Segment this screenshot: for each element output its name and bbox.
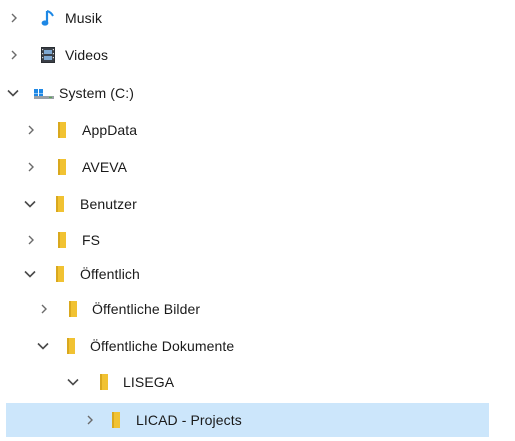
tree-item-label: Benutzer — [80, 196, 137, 212]
chevron-right-icon[interactable] — [37, 302, 51, 316]
tree-item-benutzer[interactable]: Benutzer — [0, 189, 495, 219]
tree-item-label: LISEGA — [123, 374, 175, 390]
tree-item-label: Videos — [65, 47, 109, 63]
chevron-right-icon[interactable] — [83, 413, 97, 427]
tree-item-videos[interactable]: Videos — [0, 40, 495, 70]
drive-icon — [33, 86, 55, 100]
tree-item-musik[interactable]: Musik — [0, 3, 495, 33]
folder-icon — [110, 411, 122, 429]
folder-icon — [54, 195, 66, 213]
tree-item-label: Öffentliche Dokumente — [90, 338, 235, 354]
music-note-icon — [40, 9, 56, 27]
folder-icon — [56, 121, 68, 139]
tree-item-oeffentlich[interactable]: Öffentlich — [0, 259, 495, 289]
folder-icon — [56, 231, 68, 249]
chevron-down-icon[interactable] — [6, 86, 20, 100]
tree-item-label: System (C:) — [59, 85, 134, 101]
chevron-right-icon[interactable] — [24, 233, 38, 247]
tree-item-label: LICAD - Projects — [136, 412, 242, 428]
tree-item-lisega[interactable]: LISEGA — [0, 367, 495, 397]
chevron-down-icon[interactable] — [66, 375, 80, 389]
tree-item-system-c[interactable]: System (C:) — [0, 78, 495, 108]
folder-icon — [54, 265, 66, 283]
chevron-right-icon[interactable] — [24, 123, 38, 137]
tree-item-oeffentliche-bilder[interactable]: Öffentliche Bilder — [0, 294, 495, 324]
chevron-right-icon[interactable] — [7, 11, 21, 25]
tree-item-label: AppData — [82, 122, 138, 138]
video-film-icon — [40, 47, 56, 63]
tree-item-label: Öffentliche Bilder — [92, 301, 201, 317]
tree-item-aveva[interactable]: AVEVA — [0, 152, 495, 182]
folder-tree: Musik Videos System (C:) AppData AVEVA B… — [0, 0, 515, 441]
folder-icon — [56, 158, 68, 176]
chevron-down-icon[interactable] — [23, 267, 37, 281]
folder-icon — [65, 337, 77, 355]
chevron-down-icon[interactable] — [23, 197, 37, 211]
chevron-right-icon[interactable] — [24, 160, 38, 174]
tree-item-appdata[interactable]: AppData — [0, 115, 495, 145]
tree-item-fs[interactable]: FS — [0, 225, 495, 255]
tree-item-label: Öffentlich — [80, 266, 140, 282]
tree-item-label: AVEVA — [82, 159, 128, 175]
chevron-right-icon[interactable] — [7, 48, 21, 62]
tree-item-label: Musik — [65, 10, 103, 26]
folder-icon — [98, 373, 110, 391]
folder-icon — [67, 300, 79, 318]
chevron-down-icon[interactable] — [36, 339, 50, 353]
tree-item-oeffentliche-dokumente[interactable]: Öffentliche Dokumente — [0, 331, 495, 361]
tree-item-label: FS — [82, 232, 101, 248]
tree-item-licad-projects[interactable]: LICAD - Projects — [6, 403, 489, 437]
